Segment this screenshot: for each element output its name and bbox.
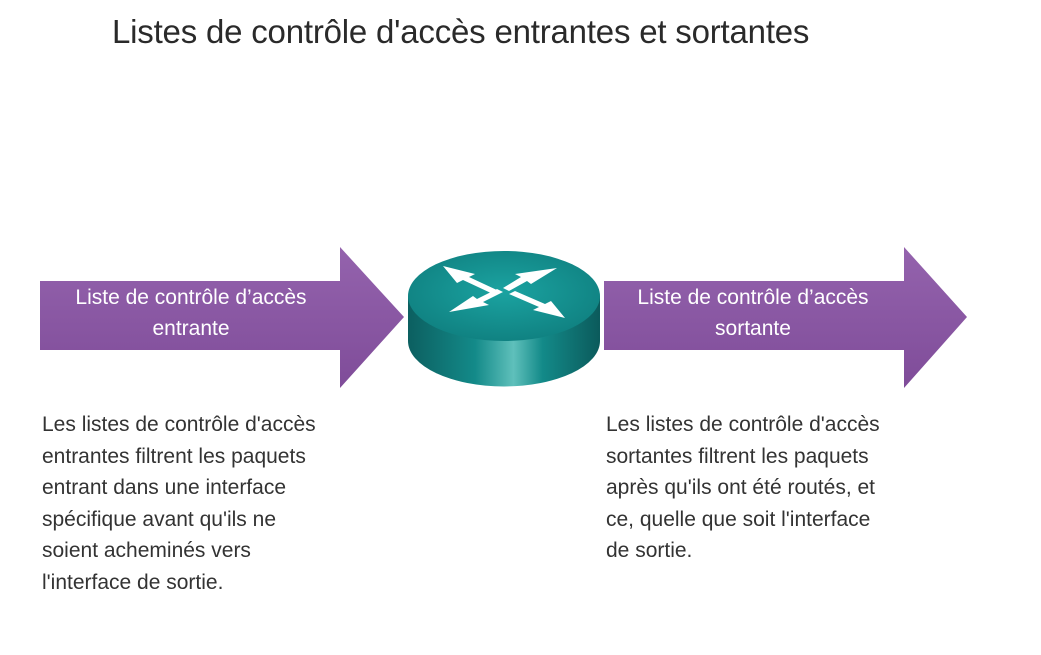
inbound-acl-label-line: entrante bbox=[152, 317, 230, 340]
router bbox=[405, 246, 603, 393]
inbound-acl-label: Liste de contrôle d’accès entrante bbox=[40, 282, 342, 344]
description-line: après qu'ils ont été routés, et bbox=[606, 476, 876, 499]
inbound-acl-arrow: Liste de contrôle d’accès entrante bbox=[40, 247, 406, 389]
outbound-acl-arrow: Liste de contrôle d’accès sortante bbox=[604, 247, 970, 389]
outbound-acl-label-line: Liste de contrôle d’accès bbox=[637, 286, 869, 309]
inbound-acl-label-line: Liste de contrôle d’accès bbox=[75, 286, 307, 309]
description-line: l'interface de sortie. bbox=[42, 570, 224, 594]
router-icon bbox=[408, 251, 600, 387]
description-line: entrantes filtrent les paquets bbox=[42, 444, 306, 468]
description-line: entrant dans une interface bbox=[42, 476, 287, 499]
description-line: ce, quelle que soit l'interface bbox=[606, 507, 871, 531]
description-line: spécifique avant qu'ils ne bbox=[42, 507, 276, 531]
description-line: Les listes de contrôle d'accès bbox=[42, 413, 316, 436]
inbound-acl-description: Les listes de contrôle d'accès entrantes… bbox=[42, 409, 316, 598]
description-line: soient acheminés vers bbox=[42, 539, 251, 562]
outbound-acl-label-line: sortante bbox=[715, 317, 791, 340]
page-title: Listes de contrôle d'accès entrantes et … bbox=[112, 13, 810, 50]
outbound-acl-description: Les listes de contrôle d'accès sortantes… bbox=[606, 409, 880, 567]
outbound-acl-label: Liste de contrôle d’accès sortante bbox=[604, 282, 902, 344]
description-line: sortantes filtrent les paquets bbox=[606, 444, 869, 468]
description-line: Les listes de contrôle d'accès bbox=[606, 413, 880, 436]
description-line: de sortie. bbox=[606, 539, 693, 562]
